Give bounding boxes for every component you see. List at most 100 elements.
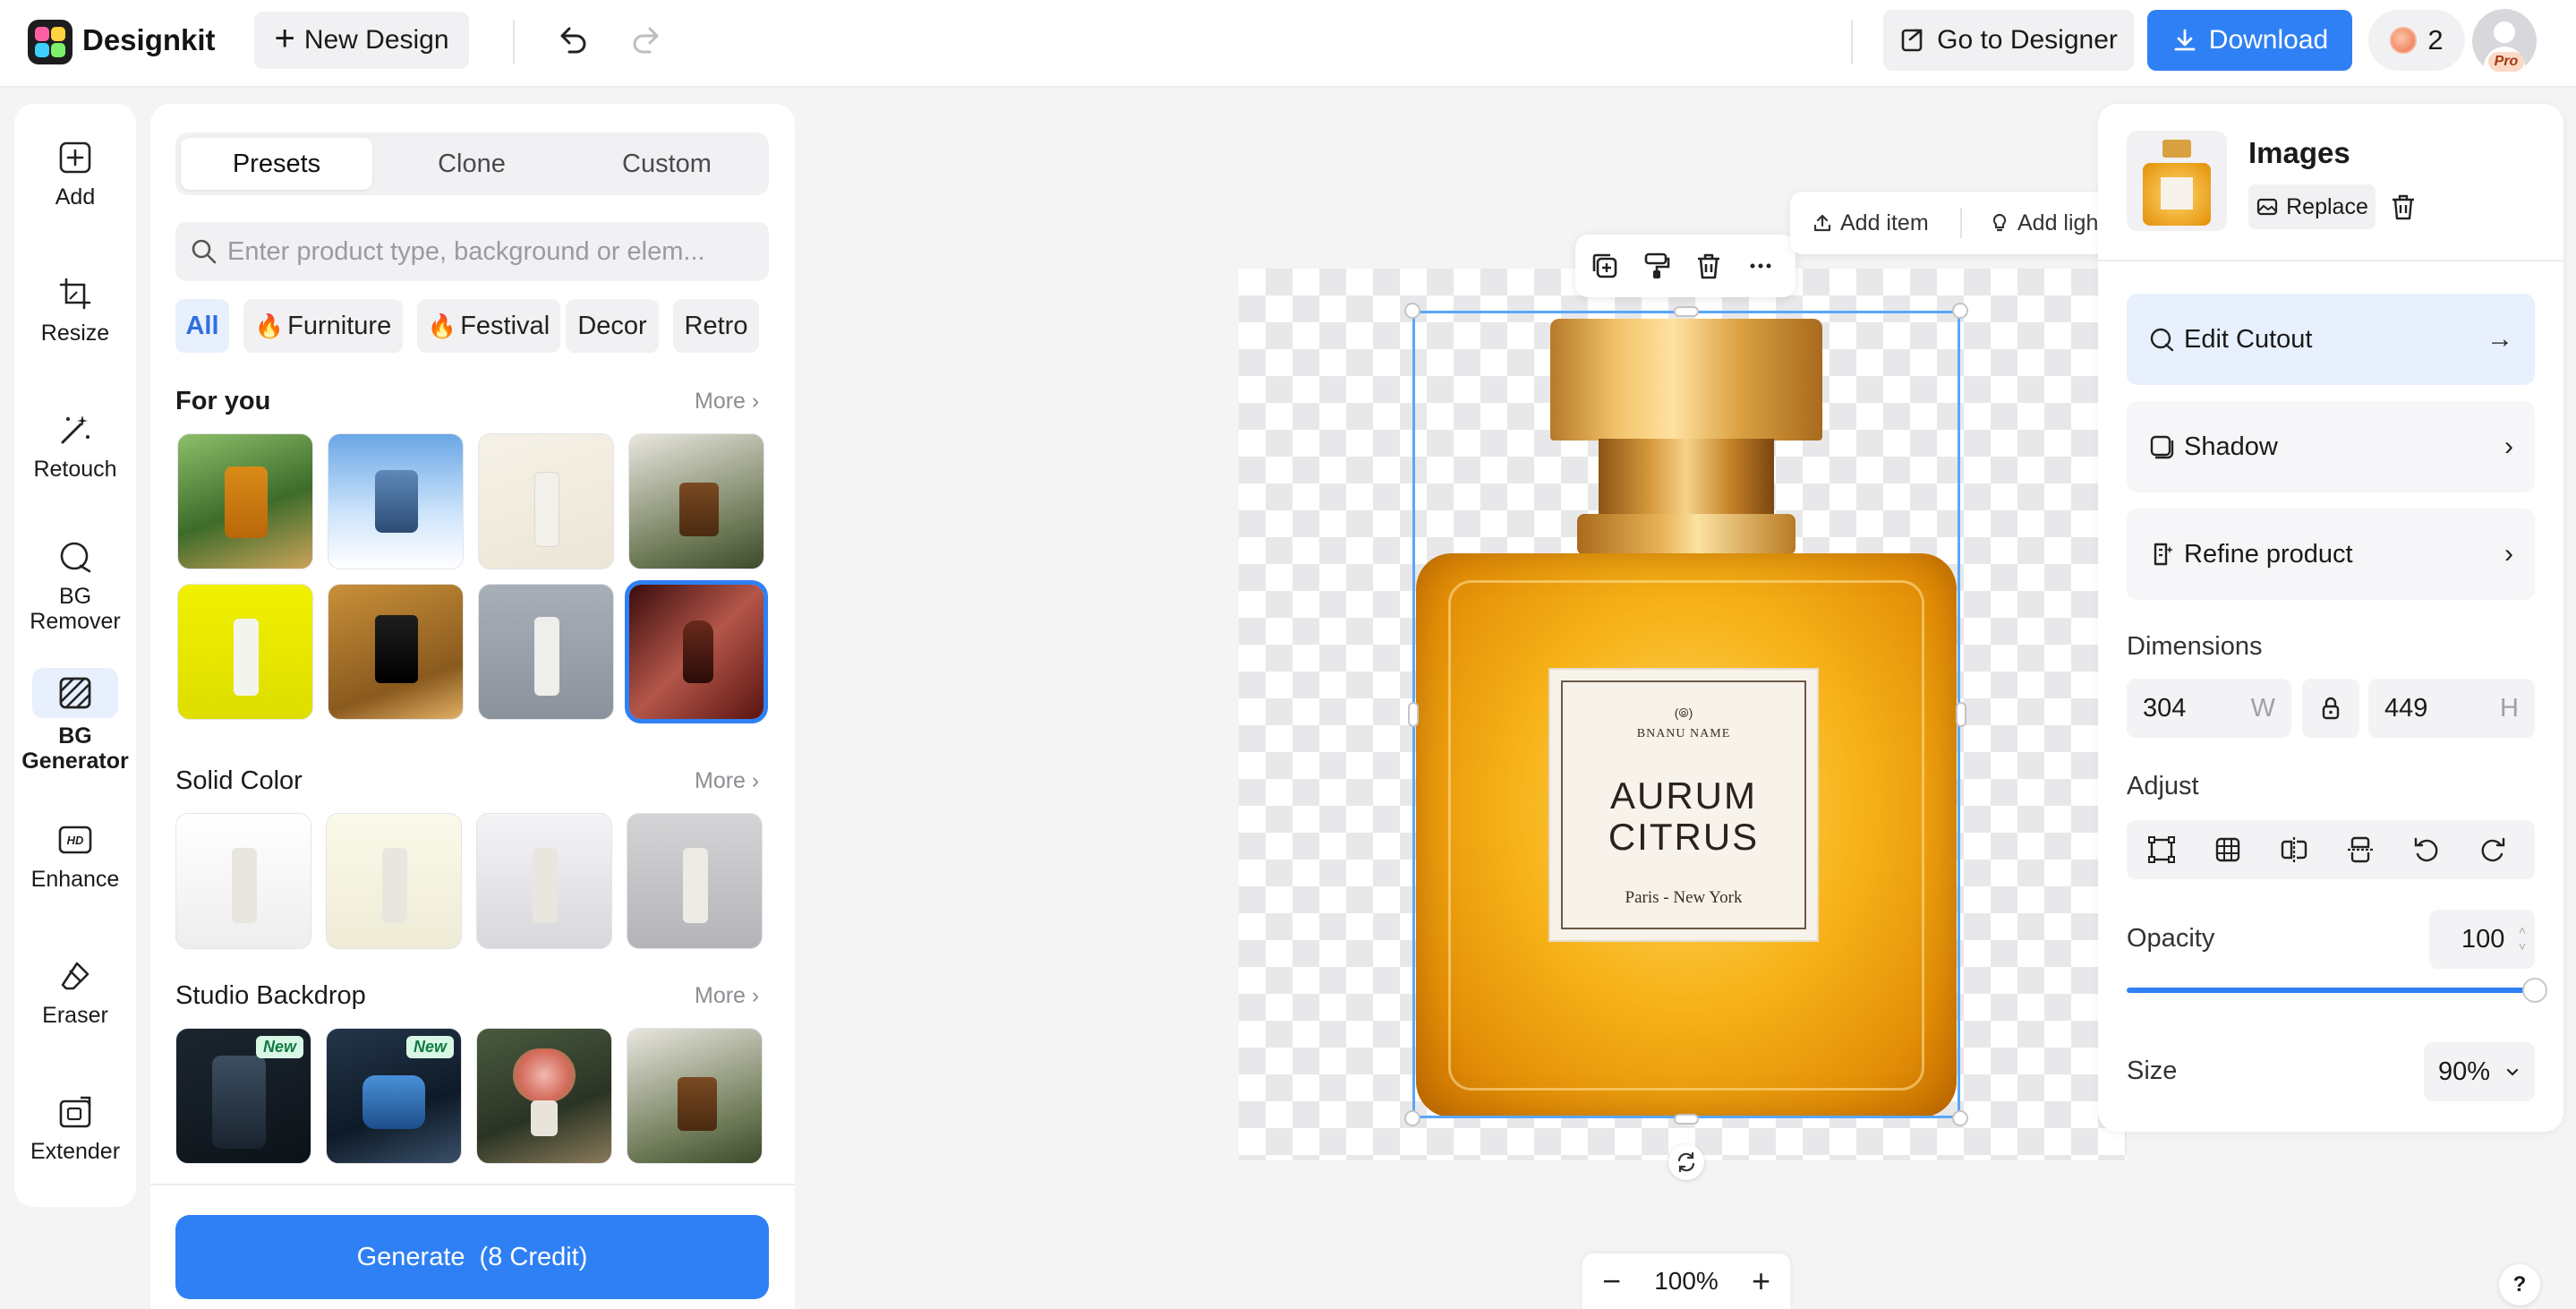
thumb-product [513, 1048, 576, 1102]
add-light-button[interactable]: Add ligh [1989, 192, 2098, 254]
duplicate-icon[interactable] [1590, 251, 1620, 281]
opacity-input[interactable]: 100 ˄ ˅ [2429, 910, 2535, 969]
edit-cutout-button[interactable]: Edit Cutout → [2127, 294, 2535, 385]
refine-product-button[interactable]: Refine product › [2127, 509, 2535, 600]
tab-clone[interactable]: Clone [376, 138, 567, 190]
resize-handle-tl[interactable] [1404, 303, 1420, 319]
rotate-handle[interactable] [1668, 1144, 1704, 1180]
rail-item-resize[interactable]: Resize [14, 276, 136, 346]
zoom-in-button[interactable]: + [1752, 1262, 1770, 1300]
replace-button[interactable]: Replace [2248, 184, 2376, 229]
generate-button[interactable]: Generate (8 Credit) [175, 1215, 769, 1299]
zoom-out-button[interactable]: − [1602, 1262, 1621, 1300]
preset-thumb-silver[interactable] [627, 813, 763, 949]
add-light-label: Add ligh [2017, 210, 2099, 235]
preset-thumb-gray[interactable] [478, 584, 614, 720]
chevron-right-icon: › [2504, 432, 2513, 461]
chip-retro[interactable]: Retro [673, 299, 759, 353]
refine-product-label: Refine product [2184, 539, 2353, 569]
delete-icon[interactable] [1693, 251, 1724, 281]
rail-item-retouch[interactable]: Retouch [14, 412, 136, 483]
new-design-button[interactable]: + New Design [254, 12, 469, 69]
preset-thumb-cream[interactable] [478, 433, 614, 569]
go-to-designer-button[interactable]: Go to Designer [1883, 10, 2134, 71]
flip-horizontal-icon[interactable] [2279, 834, 2309, 865]
format-painter-icon[interactable] [1642, 251, 1672, 281]
opacity-slider-thumb[interactable] [2522, 978, 2547, 1003]
height-field[interactable]: 449 H [2368, 679, 2535, 738]
generate-label: Generate [356, 1242, 465, 1271]
grid-icon[interactable] [2213, 834, 2243, 865]
chip-festival[interactable]: 🔥 Festival [417, 299, 560, 353]
download-label: Download [2208, 25, 2329, 55]
free-transform-icon[interactable] [2146, 834, 2177, 865]
chip-all[interactable]: All [175, 299, 229, 353]
go-to-designer-label: Go to Designer [1937, 25, 2118, 55]
rotate-left-icon[interactable] [2411, 834, 2442, 865]
designkit-logo-icon[interactable] [28, 20, 73, 64]
resize-handle-left[interactable] [1408, 702, 1419, 727]
element-toolbar [1575, 235, 1796, 297]
tab-presets[interactable]: Presets [181, 138, 372, 190]
rotate-right-icon[interactable] [2478, 834, 2508, 865]
solid-color-more-link[interactable]: More › [695, 768, 759, 794]
chip-decor[interactable]: Decor [566, 299, 659, 353]
flip-vertical-icon[interactable] [2345, 834, 2376, 865]
resize-handle-right[interactable] [1956, 702, 1966, 727]
help-button[interactable]: ? [2499, 1264, 2540, 1305]
preset-thumb-light-gray[interactable] [476, 813, 612, 949]
rail-item-add[interactable]: Add [14, 140, 136, 210]
preset-thumb-white[interactable] [175, 813, 311, 949]
credits-value: 2 [2427, 24, 2444, 56]
preset-thumb-silk-selected[interactable] [625, 580, 768, 723]
for-you-more-link[interactable]: More › [695, 389, 759, 415]
resize-handle-br[interactable] [1952, 1110, 1968, 1126]
preset-thumb-golden[interactable] [328, 584, 464, 720]
resize-handle-top[interactable] [1674, 306, 1699, 317]
selection-frame[interactable] [1412, 311, 1960, 1118]
download-button[interactable]: Download [2147, 10, 2352, 71]
flame-icon: 🔥 [427, 312, 457, 339]
shadow-button[interactable]: Shadow › [2127, 401, 2535, 492]
rail-label: BG Remover [30, 584, 121, 634]
preset-thumb-phone[interactable]: New [175, 1028, 311, 1164]
resize-handle-bl[interactable] [1404, 1110, 1420, 1126]
resize-handle-bottom[interactable] [1674, 1114, 1699, 1125]
preset-thumb-earbuds[interactable]: New [326, 1028, 462, 1164]
preset-thumb-flowers[interactable] [476, 1028, 612, 1164]
studio-backdrop-more-link[interactable]: More › [695, 983, 759, 1009]
aspect-lock-button[interactable] [2302, 679, 2359, 738]
rail-item-bg-remover[interactable]: BG Remover [14, 539, 136, 634]
rail-item-enhance[interactable]: HD Enhance [14, 822, 136, 893]
credits-counter[interactable]: 2 [2368, 10, 2465, 71]
preset-thumb-leaves[interactable] [628, 433, 764, 569]
preset-thumb-yellow[interactable] [177, 584, 313, 720]
rail-item-bg-generator[interactable]: BG Generator [14, 668, 136, 774]
rail-item-extender[interactable]: Extender [14, 1094, 136, 1165]
search-input[interactable] [227, 222, 755, 281]
chip-furniture[interactable]: 🔥 Furniture [243, 299, 403, 353]
preset-thumb-perfume-garden[interactable] [177, 433, 313, 569]
rail-item-eraser[interactable]: Eraser [14, 958, 136, 1029]
undo-icon[interactable] [550, 18, 594, 63]
chip-label: Retro [684, 311, 748, 340]
width-field[interactable]: 304 W [2127, 679, 2291, 738]
more-label: More [695, 389, 746, 414]
preset-thumb-cloud[interactable] [328, 433, 464, 569]
delete-layer-icon[interactable] [2388, 192, 2418, 222]
thumb-product [234, 619, 259, 696]
more-options-icon[interactable] [1745, 251, 1776, 281]
more-label: More [695, 768, 746, 793]
extender-icon [59, 1096, 91, 1128]
add-item-button[interactable]: Add item [1812, 192, 1929, 254]
size-select[interactable]: 90% [2424, 1042, 2535, 1101]
resize-handle-tr[interactable] [1952, 303, 1968, 319]
redo-icon[interactable] [625, 18, 670, 63]
tab-custom[interactable]: Custom [571, 138, 763, 190]
opacity-slider-track[interactable] [2127, 988, 2535, 993]
thumb-product [363, 1075, 425, 1129]
preset-thumb-ivory[interactable] [326, 813, 462, 949]
preset-thumb-leaves-2[interactable] [627, 1028, 763, 1164]
help-icon: ? [2512, 1272, 2527, 1296]
section-title-solid-color: Solid Color [175, 766, 303, 795]
